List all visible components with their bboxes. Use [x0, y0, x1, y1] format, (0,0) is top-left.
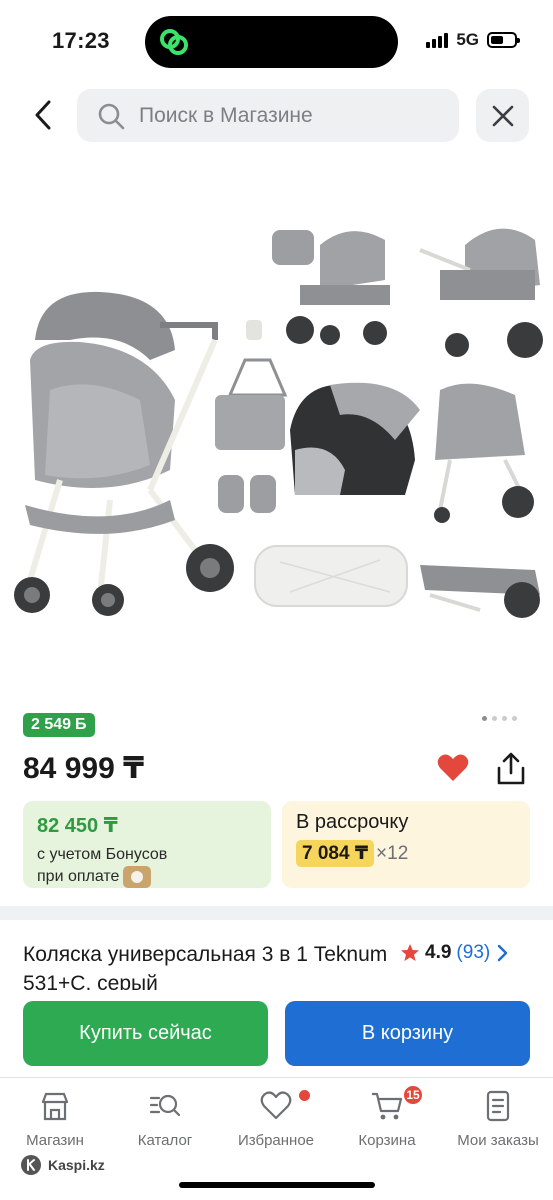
tab-cart[interactable]: 15 Корзина [332, 1084, 442, 1149]
pagination-dot[interactable] [512, 716, 517, 721]
stroller-main-illustration [14, 291, 234, 616]
tab-label: Каталог [137, 1132, 193, 1149]
tab-label: Мои заказы [457, 1132, 539, 1149]
clear-search-button[interactable] [476, 89, 529, 142]
store-icon [41, 1092, 69, 1121]
bonus-price-note: с учетом Бонусов при оплате [37, 844, 257, 888]
installment-multiplier: ×12 [376, 842, 409, 864]
add-to-cart-button[interactable]: В корзину [285, 1001, 530, 1066]
bonus-price-card[interactable]: 82 450 ₸ с учетом Бонусов при оплате [23, 801, 271, 888]
tab-label: Избранное [237, 1132, 315, 1149]
kaspi-logo-icon [21, 1155, 41, 1175]
pagination-dot[interactable] [482, 716, 487, 721]
status-indicators: 5G [426, 30, 520, 50]
share-icon [497, 752, 525, 785]
section-divider [0, 906, 553, 920]
status-time: 17:23 [52, 28, 110, 53]
rating-link[interactable]: 4.9 (93) [400, 942, 509, 964]
installment-card[interactable]: В рассрочку 7 084 ₸ ×12 [282, 801, 530, 888]
battery-icon [487, 32, 520, 48]
installment-monthly: 7 084 ₸ [296, 840, 375, 867]
cart-badge: 15 [402, 1084, 424, 1106]
stroller-side-view-2 [419, 228, 543, 358]
product-price: 84 999 ₸ [23, 752, 144, 785]
mattress-illustration [254, 545, 408, 607]
tab-catalog[interactable]: Каталог [110, 1088, 220, 1149]
search-icon [98, 103, 125, 129]
tab-orders[interactable]: Мои заказы [443, 1088, 553, 1149]
stroller-side-view-1 [272, 230, 390, 345]
bonus-note-line2: при оплате [37, 868, 120, 886]
pagination-dot[interactable] [502, 716, 507, 721]
tab-favorites[interactable]: Избранное [221, 1088, 331, 1149]
favorites-dot [299, 1090, 310, 1101]
heart-icon [260, 1091, 292, 1120]
car-seat-illustration [290, 382, 420, 495]
home-indicator[interactable] [179, 1182, 375, 1188]
back-button[interactable] [26, 96, 60, 134]
cart-icon [372, 1092, 403, 1120]
tab-store[interactable]: Магазин [0, 1088, 110, 1149]
bonus-amount: 2 549 [31, 716, 72, 733]
bonus-currency-icon: Б [75, 716, 87, 733]
review-count: (93) [456, 942, 491, 963]
chevron-right-icon [498, 944, 508, 962]
star-icon [401, 944, 419, 961]
product-title: Коляска универсальная 3 в 1 Teknum 531+C… [23, 943, 388, 990]
network-type: 5G [456, 30, 479, 49]
kaspi-bonus-icon [123, 866, 152, 888]
share-button[interactable] [494, 751, 528, 787]
orders-icon [486, 1090, 510, 1122]
accessories-illustration [215, 320, 288, 513]
chevron-left-icon [35, 100, 51, 130]
bonus-note-line1: с учетом Бонусов [37, 846, 168, 863]
bonus-price: 82 450 ₸ [37, 815, 118, 837]
bonus-badge: 2 549 Б [23, 713, 95, 737]
pagination-dot[interactable] [492, 716, 497, 721]
signal-icon [426, 32, 449, 48]
kaspi-logo: Kaspi.kz [20, 1154, 105, 1176]
status-bar: 17:23 5G [0, 0, 553, 80]
tab-label: Корзина [358, 1132, 416, 1149]
heart-icon [437, 754, 469, 781]
kaspi-brand: Kaspi.kz [48, 1157, 105, 1173]
favorite-button[interactable] [436, 751, 470, 785]
bassinet-view-illustration [434, 383, 534, 523]
dynamic-island [145, 16, 398, 68]
product-image[interactable] [0, 200, 553, 660]
search-bar[interactable] [77, 89, 459, 142]
tab-label: Магазин [26, 1132, 84, 1149]
installment-title: В рассрочку [296, 811, 409, 833]
catalog-icon [149, 1094, 181, 1117]
rating-score: 4.9 [425, 942, 452, 963]
search-input[interactable] [139, 103, 439, 128]
folded-stroller-illustration [420, 565, 540, 618]
buy-now-button[interactable]: Купить сейчас [23, 1001, 268, 1066]
close-icon [492, 105, 513, 126]
link-icon [160, 29, 188, 55]
image-pagination[interactable] [482, 716, 517, 721]
